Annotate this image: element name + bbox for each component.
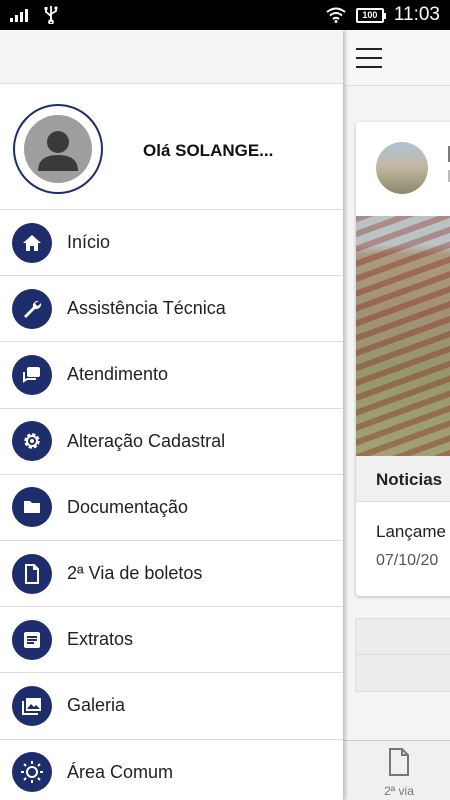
menu-label: Assistência Técnica xyxy=(67,298,226,319)
wrench-icon xyxy=(12,288,52,329)
gallery-icon xyxy=(12,685,52,726)
menu-item-alteracao-cadastral[interactable]: Alteração Cadastral xyxy=(0,409,343,475)
background-app: Noticias Lançame 07/10/20 2ª via xyxy=(343,30,450,800)
sun-icon xyxy=(12,752,52,793)
menu-item-assistencia-tecnica[interactable]: Assistência Técnica xyxy=(0,276,343,343)
usb-icon xyxy=(44,6,58,24)
app-toolbar xyxy=(343,30,450,86)
menu-icon[interactable] xyxy=(356,48,382,68)
menu-item-extratos[interactable]: Extratos xyxy=(0,607,343,674)
profile-header: Olá SOLANGE... xyxy=(0,84,343,210)
drawer-header-bar xyxy=(0,30,343,84)
signal-icon xyxy=(10,9,28,22)
menu-label: Galeria xyxy=(67,695,126,716)
chat-icon xyxy=(12,354,52,395)
bottom-nav: 2ª via xyxy=(343,740,450,800)
clock: 11:03 xyxy=(393,4,440,25)
info-table xyxy=(355,618,450,692)
news-item-title[interactable]: Lançame xyxy=(376,522,446,542)
menu-label: Área Comum xyxy=(67,761,174,782)
menu-label: Alteração Cadastral xyxy=(67,430,226,451)
document-icon xyxy=(389,748,409,776)
bottom-nav-label: 2ª via xyxy=(384,784,414,798)
folder-icon xyxy=(12,487,52,528)
menu-label: Extratos xyxy=(67,629,134,650)
wifi-icon xyxy=(326,7,346,23)
gear-icon xyxy=(12,421,52,462)
status-bar: 100 11:03 xyxy=(0,0,450,30)
menu-item-area-comum[interactable]: Área Comum xyxy=(0,740,343,800)
battery-icon: 100 xyxy=(355,7,386,23)
menu-label: 2ª Via de boletos xyxy=(67,563,203,584)
document-icon xyxy=(12,553,52,594)
avatar[interactable] xyxy=(13,104,103,194)
condo-photo xyxy=(356,216,450,456)
menu-label: Início xyxy=(67,232,111,253)
menu-item-atendimento[interactable]: Atendimento xyxy=(0,342,343,409)
menu-item-galeria[interactable]: Galeria xyxy=(0,673,343,740)
user-icon xyxy=(38,131,78,171)
table-row xyxy=(356,619,450,655)
list-icon xyxy=(12,619,52,660)
condo-avatar xyxy=(376,142,428,194)
home-icon xyxy=(12,222,52,263)
navigation-drawer: Olá SOLANGE... Início Assistência Técnic… xyxy=(0,30,343,800)
menu-label: Documentação xyxy=(67,496,189,517)
news-item-date: 07/10/20 xyxy=(376,552,439,569)
news-section-header: Noticias xyxy=(356,456,450,502)
menu-item-inicio[interactable]: Início xyxy=(0,210,343,277)
menu-item-2a-via-boletos[interactable]: 2ª Via de boletos xyxy=(0,541,343,608)
greeting-text: Olá SOLANGE... xyxy=(143,141,274,160)
menu-label: Atendimento xyxy=(67,364,169,385)
news-card[interactable]: Noticias Lançame 07/10/20 xyxy=(356,122,450,596)
menu-item-documentacao[interactable]: Documentação xyxy=(0,475,343,541)
bottom-nav-boletos[interactable]: 2ª via xyxy=(381,747,417,798)
news-section-title: Noticias xyxy=(376,470,443,489)
table-row xyxy=(356,655,450,691)
